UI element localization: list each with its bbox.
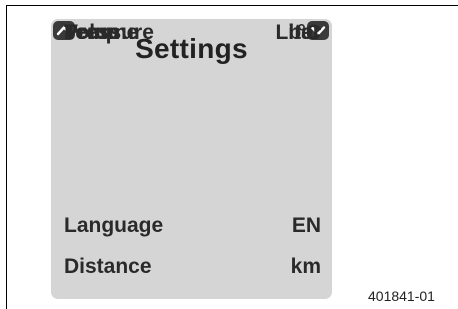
- setting-value: EN: [291, 214, 321, 237]
- frame-left-line: [6, 5, 7, 309]
- setting-label: Language: [64, 214, 164, 237]
- setting-label: Distance: [64, 255, 152, 278]
- setting-value: km: [290, 255, 321, 278]
- setting-value: bar: [288, 21, 321, 44]
- setting-row-language[interactable]: Language EN: [64, 212, 321, 240]
- figure-id: 401841-01: [368, 288, 435, 304]
- setting-row-distance[interactable]: Distance km: [64, 253, 321, 281]
- settings-screen: Settings Language EN Distance km Temp °C…: [51, 19, 332, 299]
- frame-top-line: [6, 5, 458, 6]
- setting-label: Pressure: [64, 21, 154, 44]
- setting-row-pressure[interactable]: Pressure bar: [64, 19, 321, 47]
